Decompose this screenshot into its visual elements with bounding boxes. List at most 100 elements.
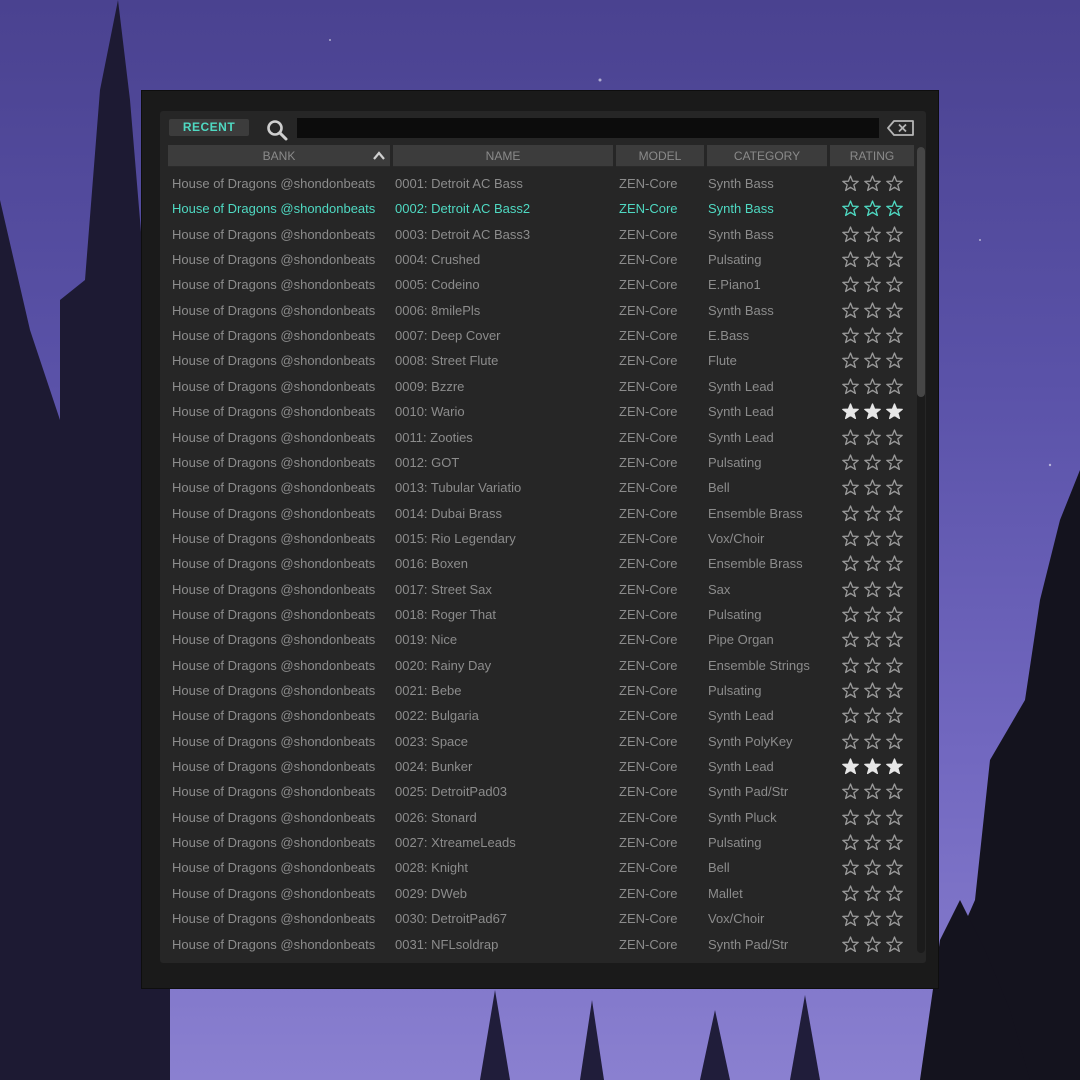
star-icon[interactable] bbox=[886, 809, 903, 826]
table-row[interactable]: House of Dragons @shondonbeats 0028: Knig… bbox=[160, 855, 910, 880]
column-header-category[interactable]: CATEGORY bbox=[707, 145, 827, 167]
star-icon[interactable] bbox=[842, 631, 859, 648]
star-icon[interactable] bbox=[842, 885, 859, 902]
star-icon[interactable] bbox=[842, 733, 859, 750]
star-icon[interactable] bbox=[886, 580, 903, 598]
search-input[interactable] bbox=[297, 118, 879, 138]
star-icon[interactable] bbox=[886, 352, 903, 369]
star-icon[interactable] bbox=[886, 682, 903, 699]
star-icon[interactable] bbox=[842, 935, 859, 953]
table-row[interactable]: House of Dragons @shondonbeats 0012: GOT Z… bbox=[160, 450, 910, 475]
star-icon[interactable] bbox=[864, 175, 881, 192]
table-row[interactable]: House of Dragons @shondonbeats 0002: Detr… bbox=[160, 196, 910, 221]
table-row[interactable]: House of Dragons @shondonbeats 0013: Tubu… bbox=[160, 475, 910, 500]
table-row[interactable]: House of Dragons @shondonbeats 0007: Deep… bbox=[160, 323, 910, 348]
table-row[interactable]: House of Dragons @shondonbeats 0018: Roge… bbox=[160, 602, 910, 627]
star-icon[interactable] bbox=[886, 631, 903, 648]
table-row[interactable]: House of Dragons @shondonbeats 0027: Xtre… bbox=[160, 830, 910, 855]
star-icon[interactable] bbox=[886, 530, 903, 547]
star-icon[interactable] bbox=[842, 479, 859, 496]
table-row[interactable]: House of Dragons @shondonbeats 0017: Stre… bbox=[160, 577, 910, 602]
star-icon[interactable] bbox=[864, 707, 881, 724]
star-icon[interactable] bbox=[886, 910, 903, 927]
star-icon[interactable] bbox=[886, 251, 903, 268]
star-icon[interactable] bbox=[886, 479, 903, 496]
star-icon[interactable] bbox=[864, 226, 881, 243]
column-header-name[interactable]: NAME bbox=[393, 145, 613, 167]
table-row[interactable]: House of Dragons @shondonbeats 0023: Spac… bbox=[160, 729, 910, 754]
table-row[interactable]: House of Dragons @shondonbeats 0003: Detr… bbox=[160, 222, 910, 247]
star-icon[interactable] bbox=[864, 378, 881, 395]
star-icon[interactable] bbox=[864, 555, 881, 572]
column-header-model[interactable]: MODEL bbox=[616, 145, 704, 167]
star-icon[interactable] bbox=[842, 302, 859, 319]
star-icon[interactable] bbox=[842, 910, 859, 927]
star-icon[interactable] bbox=[864, 606, 881, 623]
star-icon[interactable] bbox=[864, 834, 881, 851]
star-icon[interactable] bbox=[864, 935, 881, 953]
star-icon[interactable] bbox=[886, 758, 903, 775]
table-row[interactable]: House of Dragons @shondonbeats 0019: Nice… bbox=[160, 627, 910, 652]
star-icon[interactable] bbox=[842, 403, 859, 420]
star-icon[interactable] bbox=[864, 758, 881, 775]
star-icon[interactable] bbox=[842, 859, 859, 876]
table-row[interactable]: House of Dragons @shondonbeats 0009: Bzzr… bbox=[160, 374, 910, 399]
scrollbar-thumb[interactable] bbox=[917, 147, 925, 397]
star-icon[interactable] bbox=[864, 530, 881, 547]
star-icon[interactable] bbox=[864, 352, 881, 369]
star-icon[interactable] bbox=[864, 682, 881, 699]
star-icon[interactable] bbox=[886, 935, 903, 953]
star-icon[interactable] bbox=[842, 276, 859, 293]
star-icon[interactable] bbox=[842, 530, 859, 547]
table-row[interactable]: House of Dragons @shondonbeats 0024: Bunk… bbox=[160, 754, 910, 779]
star-icon[interactable] bbox=[842, 378, 859, 395]
star-icon[interactable] bbox=[886, 327, 903, 344]
star-icon[interactable] bbox=[864, 910, 881, 927]
table-row[interactable]: House of Dragons @shondonbeats 0015: Rio … bbox=[160, 526, 910, 551]
table-row[interactable]: House of Dragons @shondonbeats 0030: Detr… bbox=[160, 906, 910, 931]
star-icon[interactable] bbox=[864, 327, 881, 344]
star-icon[interactable] bbox=[886, 783, 903, 800]
star-icon[interactable] bbox=[886, 733, 903, 750]
star-icon[interactable] bbox=[886, 403, 903, 420]
star-icon[interactable] bbox=[842, 555, 859, 572]
star-icon[interactable] bbox=[842, 226, 859, 243]
star-icon[interactable] bbox=[864, 631, 881, 648]
star-icon[interactable] bbox=[842, 200, 859, 217]
star-icon[interactable] bbox=[842, 783, 859, 800]
table-row[interactable]: House of Dragons @shondonbeats 0014: Duba… bbox=[160, 501, 910, 526]
table-row[interactable]: House of Dragons @shondonbeats 0010: Wari… bbox=[160, 399, 910, 424]
star-icon[interactable] bbox=[886, 555, 903, 572]
star-icon[interactable] bbox=[864, 885, 881, 902]
star-icon[interactable] bbox=[886, 175, 903, 192]
star-icon[interactable] bbox=[842, 327, 859, 344]
star-icon[interactable] bbox=[864, 656, 881, 674]
star-icon[interactable] bbox=[886, 504, 903, 522]
table-row[interactable]: House of Dragons @shondonbeats 0011: Zoot… bbox=[160, 425, 910, 450]
star-icon[interactable] bbox=[864, 479, 881, 496]
star-icon[interactable] bbox=[842, 454, 859, 471]
table-row[interactable]: House of Dragons @shondonbeats 0016: Boxe… bbox=[160, 551, 910, 576]
star-icon[interactable] bbox=[842, 251, 859, 268]
star-icon[interactable] bbox=[886, 859, 903, 876]
star-icon[interactable] bbox=[842, 606, 859, 623]
star-icon[interactable] bbox=[864, 733, 881, 750]
table-row[interactable]: House of Dragons @shondonbeats 0008: Stre… bbox=[160, 348, 910, 373]
star-icon[interactable] bbox=[864, 809, 881, 826]
star-icon[interactable] bbox=[864, 276, 881, 293]
table-row[interactable]: House of Dragons @shondonbeats 0004: Crus… bbox=[160, 247, 910, 272]
table-row[interactable]: House of Dragons @shondonbeats 0031: NFLs… bbox=[160, 932, 910, 957]
star-icon[interactable] bbox=[886, 428, 903, 446]
star-icon[interactable] bbox=[842, 580, 859, 598]
table-row[interactable]: House of Dragons @shondonbeats 0026: Ston… bbox=[160, 805, 910, 830]
star-icon[interactable] bbox=[864, 783, 881, 800]
star-icon[interactable] bbox=[864, 200, 881, 217]
star-icon[interactable] bbox=[886, 302, 903, 319]
star-icon[interactable] bbox=[842, 175, 859, 192]
star-icon[interactable] bbox=[886, 226, 903, 243]
table-row[interactable]: House of Dragons @shondonbeats 0025: Detr… bbox=[160, 779, 910, 804]
star-icon[interactable] bbox=[886, 707, 903, 724]
star-icon[interactable] bbox=[842, 428, 859, 446]
table-row[interactable]: House of Dragons @shondonbeats 0006: 8mil… bbox=[160, 298, 910, 323]
star-icon[interactable] bbox=[864, 428, 881, 446]
